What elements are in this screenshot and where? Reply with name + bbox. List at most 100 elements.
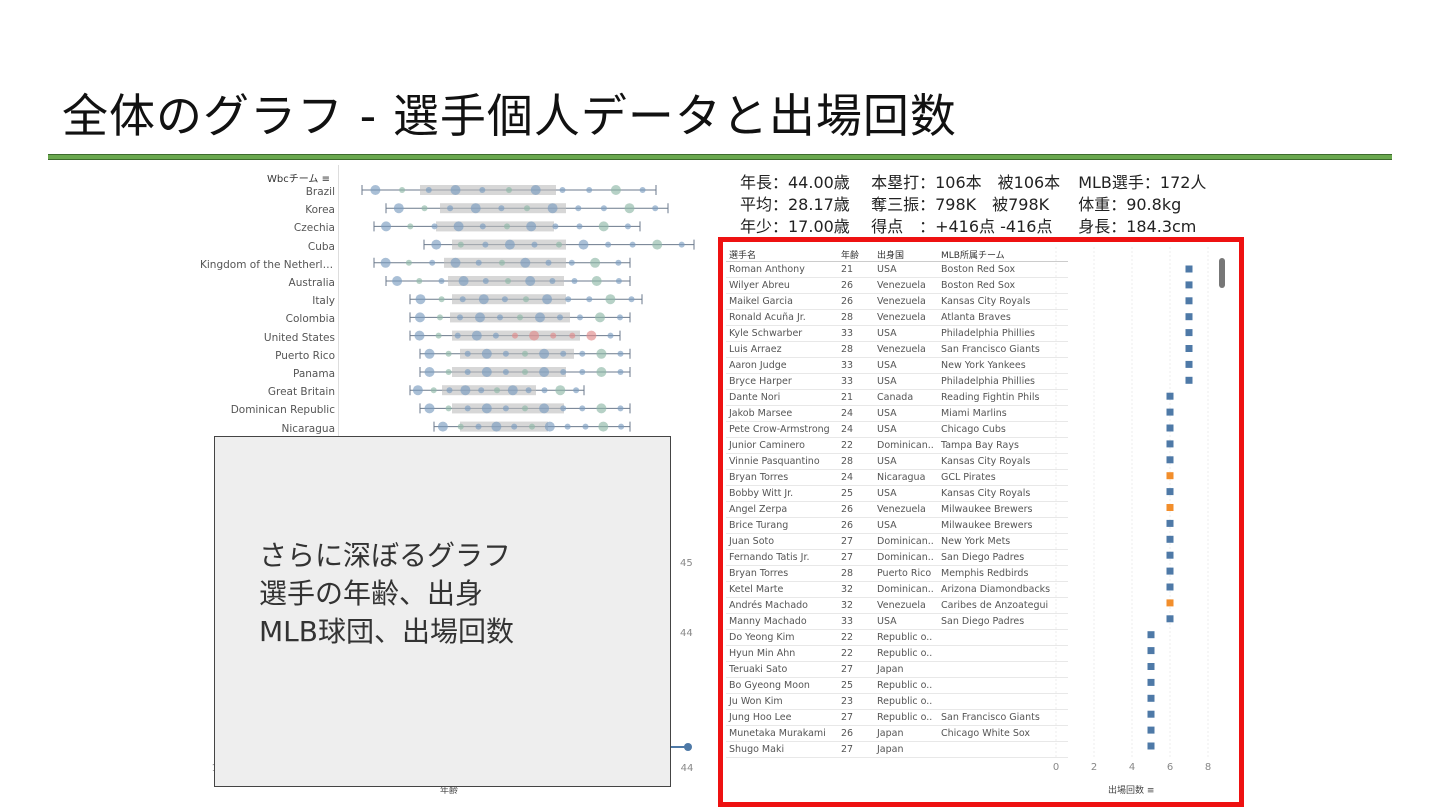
player-dot[interactable] [415,312,425,323]
boxplot-row[interactable] [373,221,641,232]
appearance-marker[interactable] [1185,345,1193,352]
country-label[interactable]: Puerto Rico [200,350,335,362]
appearance-marker[interactable] [1185,329,1193,337]
appearance-marker[interactable] [1166,567,1174,575]
table-row[interactable]: Bryan Torres 24 Nicaragua GCL Pirates [726,469,1068,486]
player-dot[interactable] [370,185,381,195]
player-dot[interactable] [586,296,593,303]
table-row[interactable]: Vinnie Pasquantino 28 USA Kansas City Royal… [726,453,1068,470]
table-row[interactable]: Dante Nori 21 Canada Reading Fightin Phils [726,389,1068,406]
player-dot[interactable] [618,423,625,430]
age-boxplot-chart[interactable] [340,180,700,450]
player-dot[interactable] [437,314,443,321]
player-dot[interactable] [629,241,636,248]
player-dot[interactable] [624,203,635,214]
player-dot[interactable] [596,403,607,414]
appearance-marker[interactable] [1166,408,1174,416]
player-dot[interactable] [600,205,607,212]
table-row[interactable]: Luis Arraez 28 Venezuela San Francisco Gian… [726,341,1068,358]
player-dot[interactable] [555,385,566,396]
player-dot[interactable] [424,348,435,359]
player-dot[interactable] [482,278,489,284]
player-dot[interactable] [421,205,428,212]
table-row[interactable]: Ju Won Kim 23 Republic o.. [726,693,1068,710]
table-row[interactable]: Andrés Machado 32 Venezuela Caribes de Anzo… [726,597,1068,614]
player-dot[interactable] [607,332,614,339]
player-dot[interactable] [525,276,536,286]
player-dot[interactable] [605,241,612,248]
col-country[interactable]: 出身国 [874,247,938,262]
boxplot-row[interactable] [409,294,643,305]
player-dot[interactable] [571,278,578,284]
player-dot[interactable] [560,369,567,375]
player-dot[interactable] [577,314,583,321]
player-dot[interactable] [450,185,461,195]
player-dot[interactable] [460,385,471,396]
table-row[interactable]: Angel Zerpa 26 Venezuela Milwaukee Brewers [726,501,1068,518]
table-row[interactable]: Bobby Witt Jr. 25 USA Kansas City Royals [726,485,1068,502]
player-dot[interactable] [499,259,505,266]
player-dot[interactable] [405,259,412,266]
player-dot[interactable] [539,367,550,377]
player-dot[interactable] [598,221,609,232]
player-dot[interactable] [529,423,535,430]
player-dot[interactable] [596,367,607,377]
player-dot[interactable] [478,387,485,394]
appearance-marker[interactable] [1147,663,1155,670]
player-dot[interactable] [582,423,589,430]
player-dot[interactable] [450,257,461,268]
appearance-marker[interactable] [1166,488,1174,496]
player-dot[interactable] [520,257,531,268]
player-dot[interactable] [478,294,489,305]
player-dot[interactable] [454,332,461,339]
table-row[interactable]: Jung Hoo Lee 27 Republic o.. San Francisco … [726,709,1068,726]
boxplot-row[interactable] [423,239,695,250]
team-filter-header[interactable]: Wbcチーム ≡ [210,170,330,185]
player-dot[interactable] [617,405,624,412]
player-dot[interactable] [502,350,509,357]
player-dot[interactable] [437,421,448,432]
appearances-chart[interactable] [1038,247,1216,757]
player-dot[interactable] [617,369,624,375]
player-dot[interactable] [505,278,511,284]
player-dot[interactable] [416,278,423,284]
player-dot[interactable] [652,205,659,212]
player-dot[interactable] [429,259,436,266]
player-dot[interactable] [482,241,489,248]
player-dot[interactable] [475,259,482,266]
boxplot-row[interactable] [433,421,631,432]
player-dot[interactable] [573,387,580,394]
country-label[interactable]: Nicaragua [200,423,335,435]
player-dot[interactable] [438,296,445,303]
player-dot[interactable] [576,223,583,230]
boxplot-row[interactable] [419,348,631,359]
player-dot[interactable] [511,423,518,430]
player-dot[interactable] [475,423,482,430]
appearance-marker[interactable] [1166,535,1174,543]
player-dot[interactable] [531,241,538,248]
country-label[interactable]: Dominican Republic [200,404,335,416]
player-dot[interactable] [412,385,423,396]
player-dot[interactable] [547,203,558,214]
table-row[interactable]: Ketel Marte 32 Dominican.. Arizona Diamondb… [726,581,1068,598]
player-dot[interactable] [492,332,499,339]
player-dot[interactable] [504,223,510,230]
player-dot[interactable] [438,278,445,284]
player-dot[interactable] [507,385,518,396]
player-dot[interactable] [529,330,540,341]
player-dot[interactable] [424,403,435,414]
player-dot[interactable] [464,369,471,375]
player-dot[interactable] [445,405,452,412]
player-dot[interactable] [615,259,622,266]
appearances-x-label[interactable]: 出場回数 ≡ [1108,783,1154,796]
player-dot[interactable] [596,348,607,359]
appearance-marker[interactable] [1185,360,1193,368]
appearance-marker[interactable] [1147,631,1155,639]
appearance-marker[interactable] [1166,519,1174,527]
player-dot[interactable] [380,257,391,268]
player-dot[interactable] [506,187,512,193]
player-dot[interactable] [481,348,492,359]
table-row[interactable]: Jakob Marsee 24 USA Miami Marlins [726,405,1068,422]
table-row[interactable]: Roman Anthony 21 USA Boston Red Sox [726,261,1068,278]
player-dot[interactable] [617,314,623,321]
